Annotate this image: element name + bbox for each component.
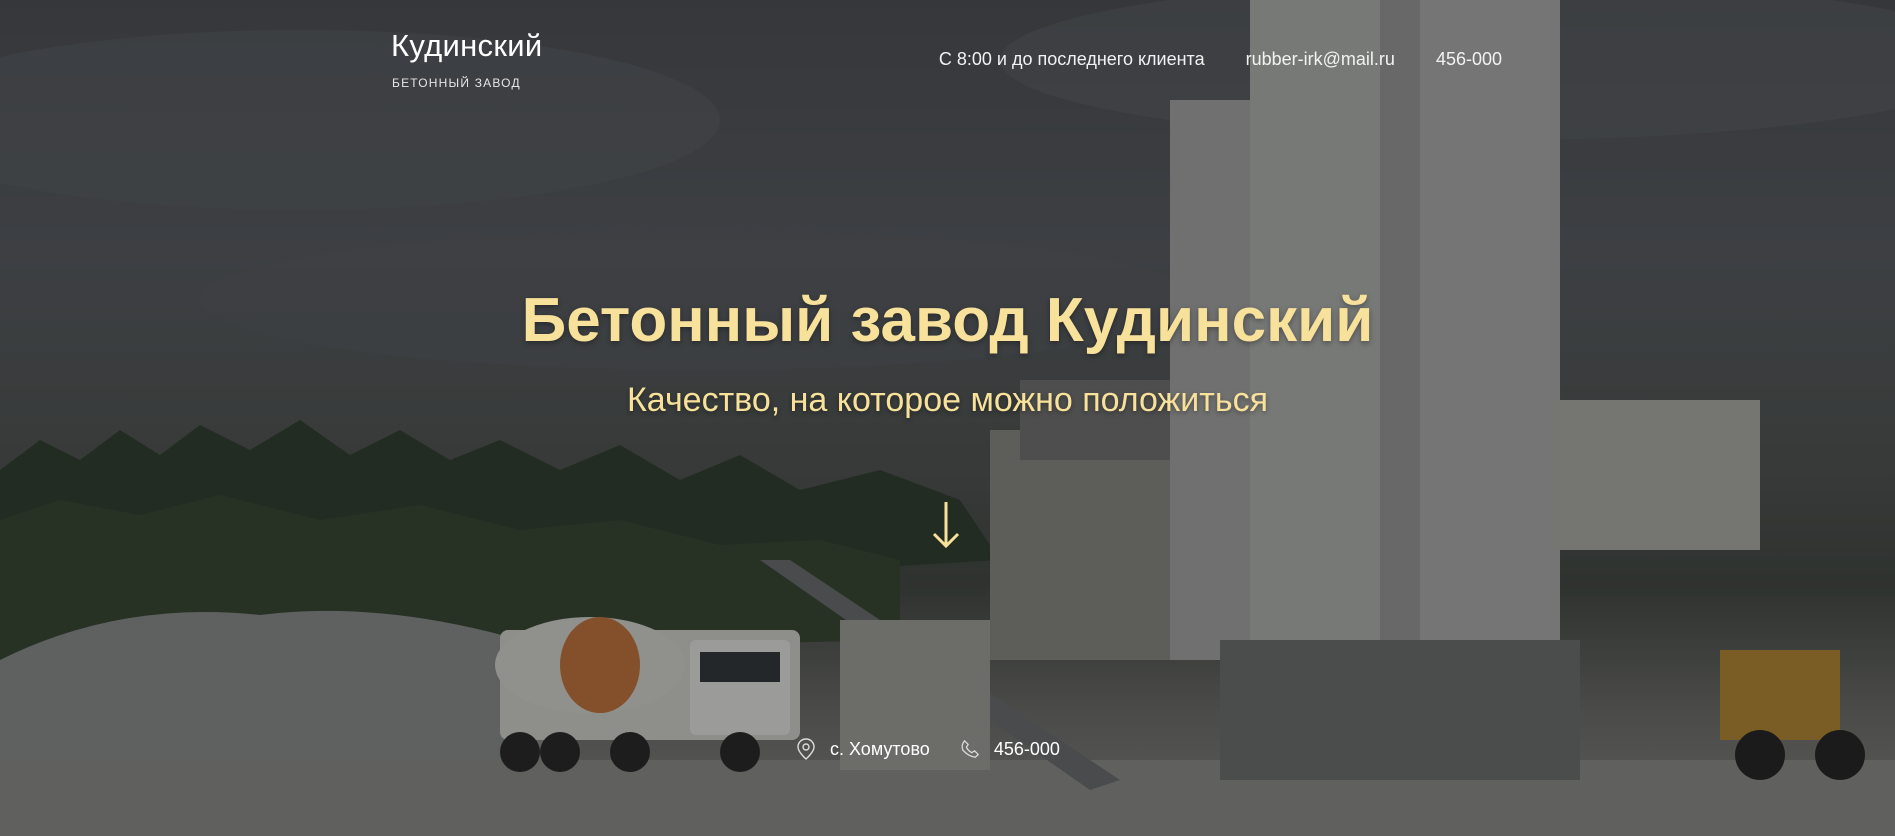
phone-link[interactable]: 456-000 (1436, 49, 1502, 70)
brand-tagline: БЕТОННЫЙ ЗАВОД (392, 76, 521, 90)
hero-section: Кудинский БЕТОННЫЙ ЗАВОД С 8:00 и до пос… (0, 0, 1895, 836)
phone-icon (961, 739, 979, 758)
hero-subtitle: Качество, на которое можно положиться (626, 381, 1268, 419)
working-hours: С 8:00 и до последнего клиента (938, 49, 1205, 69)
site-header: Кудинский БЕТОННЫЙ ЗАВОД С 8:00 и до пос… (390, 28, 1502, 98)
hero-title: Бетонный завод Кудинский (521, 286, 1374, 355)
location-text: с. Хомутово (830, 738, 930, 759)
arrow-down-icon[interactable] (931, 500, 961, 550)
brand-name[interactable]: Кудинский (391, 28, 542, 64)
phone-item[interactable]: 456-000 (960, 738, 1060, 760)
location-pin-icon (797, 738, 815, 760)
location-item[interactable]: с. Хомутово (796, 738, 930, 760)
phone-text: 456-000 (993, 738, 1060, 759)
footer-contacts: с. Хомутово 456-000 (796, 738, 1090, 760)
email-link[interactable]: rubber-irk@mail.ru (1246, 49, 1395, 70)
header-contacts: С 8:00 и до последнего клиента rubber-ir… (939, 49, 1502, 70)
